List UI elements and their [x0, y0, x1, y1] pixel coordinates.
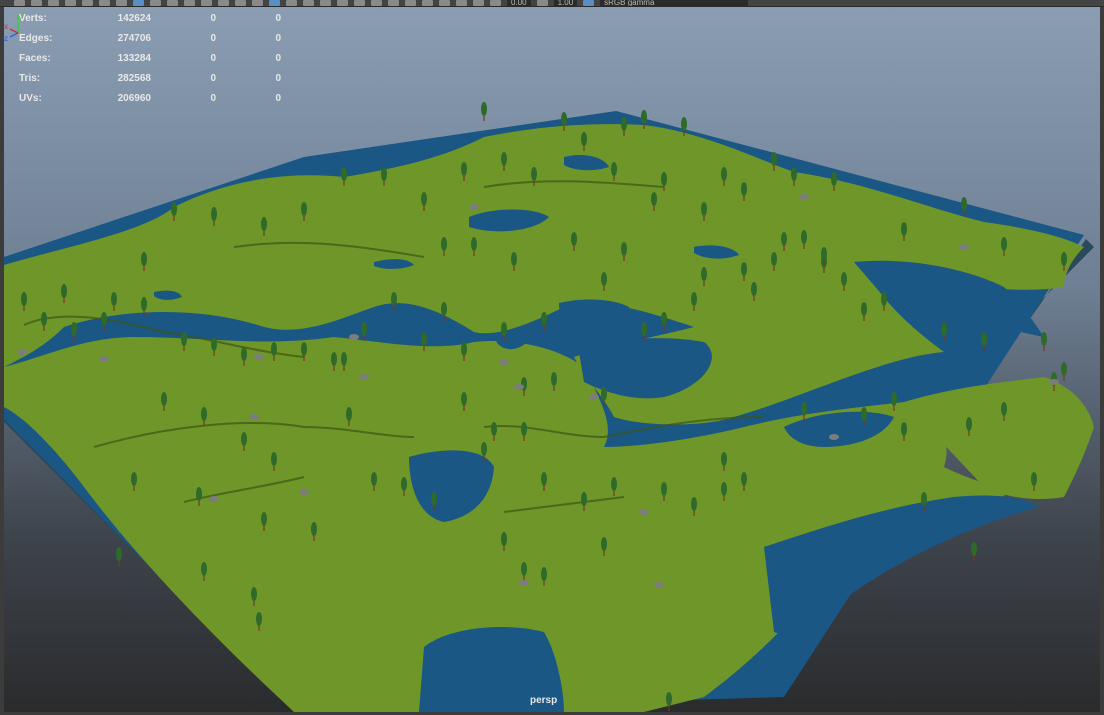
field-chart-icon[interactable] [201, 0, 212, 6]
rock [639, 509, 649, 515]
exposure-field[interactable]: 0.00 [507, 0, 531, 6]
lights-icon[interactable] [320, 0, 331, 6]
color-management-icon[interactable] [583, 0, 595, 6]
safe-title-icon[interactable] [235, 0, 246, 6]
rock [654, 582, 664, 588]
rock [299, 489, 309, 495]
tree [116, 547, 122, 566]
axis-x-line [9, 28, 19, 34]
hud-comp: 0 [275, 12, 281, 24]
motion-blur-icon[interactable] [371, 0, 382, 6]
hud-comp: 0 [275, 92, 281, 104]
film-gate-icon[interactable] [150, 0, 161, 6]
rock [1049, 379, 1059, 385]
rock [829, 434, 839, 440]
gamma-icon[interactable] [536, 0, 548, 6]
rock [519, 580, 529, 586]
rock [799, 194, 809, 200]
anti-aliasing-icon[interactable] [388, 0, 399, 6]
grease-pencil-icon[interactable] [116, 0, 127, 6]
grid-toggle-icon[interactable] [133, 0, 144, 6]
axis-z-line [9, 32, 19, 38]
view-axis-icon: y x z [4, 10, 24, 43]
textured-icon[interactable] [303, 0, 314, 6]
select-tool-icon[interactable] [14, 0, 25, 6]
axis-z-label: z [4, 34, 8, 43]
smooth-shade-icon[interactable] [269, 0, 280, 6]
rock [209, 496, 219, 502]
rock [499, 359, 509, 365]
xray-joints-icon[interactable] [456, 0, 467, 6]
poly-count-hud: Verts: 142624 0 0 Edges: 274706 0 0 Faces: 133284… [19, 8, 281, 108]
tree [666, 692, 672, 711]
terrain-scene[interactable] [4, 7, 1100, 712]
rock [254, 354, 264, 360]
xray-icon[interactable] [439, 0, 450, 6]
hud-total: 142624 [117, 12, 151, 24]
camera-name-label: persp [530, 695, 558, 706]
hud-comp: 0 [275, 72, 281, 84]
hud-comp: 0 [275, 32, 281, 44]
hud-row: Verts: 142624 0 0 [19, 8, 281, 28]
hud-sel: 0 [210, 72, 216, 84]
tree [1041, 332, 1047, 351]
hud-sel: 0 [210, 32, 216, 44]
hud-sel: 0 [210, 92, 216, 104]
hud-row: Tris: 282568 0 0 [19, 68, 281, 88]
camera-attributes-icon[interactable] [48, 0, 59, 6]
tree [1061, 362, 1067, 381]
rock [17, 349, 27, 355]
2d-pan-zoom-icon[interactable] [99, 0, 110, 6]
perspective-viewport[interactable]: Verts: 142624 0 0 Edges: 274706 0 0 Faces: 133284… [4, 7, 1100, 712]
axis-y-label: y [20, 10, 24, 19]
rock [959, 244, 969, 250]
gamma-value-field[interactable]: 1.00 [553, 0, 578, 6]
hud-total: 206960 [117, 92, 151, 104]
resolution-gate-icon[interactable] [167, 0, 178, 6]
tree [481, 102, 487, 121]
depth-of-field-icon[interactable] [405, 0, 416, 6]
shadows-icon[interactable] [337, 0, 348, 6]
hud-label: UVs: [19, 92, 42, 104]
rock [249, 414, 259, 420]
hud-total: 133284 [117, 52, 151, 64]
rock [514, 384, 524, 390]
bookmark-icon[interactable] [65, 0, 76, 6]
hud-sel: 0 [210, 52, 216, 64]
hud-row: Edges: 274706 0 0 [19, 28, 281, 48]
rock [99, 356, 109, 362]
viewport-frame-right [1100, 7, 1104, 715]
hud-total: 282568 [117, 72, 151, 84]
view-transform-dropdown[interactable]: sRGB gamma [600, 0, 749, 6]
rock [359, 374, 369, 380]
hud-total: 274706 [117, 32, 151, 44]
hud-sel: 0 [210, 12, 216, 24]
ambient-occlusion-icon[interactable] [354, 0, 365, 6]
gate-mask-icon[interactable] [184, 0, 195, 6]
hud-comp: 0 [275, 52, 281, 64]
default-material-icon[interactable] [286, 0, 297, 6]
xray-components-icon[interactable] [473, 0, 484, 6]
lasso-tool-icon[interactable] [31, 0, 42, 6]
viewport-toolbar: 0.00 1.00 sRGB gamma [0, 0, 1104, 7]
safe-action-icon[interactable] [218, 0, 229, 6]
rock [349, 334, 359, 340]
hud-label: Tris: [19, 72, 41, 84]
hud-label: Faces: [19, 52, 51, 64]
axis-x-label: x [4, 22, 8, 31]
terrain-landmass [4, 124, 1094, 712]
tree [971, 542, 977, 561]
hud-row: Faces: 133284 0 0 [19, 48, 281, 68]
exposure-icon[interactable] [490, 0, 501, 6]
image-plane-icon[interactable] [82, 0, 93, 6]
hud-row: UVs: 206960 0 0 [19, 88, 281, 108]
isolate-select-icon[interactable] [422, 0, 433, 6]
rock [469, 204, 479, 210]
rock [589, 394, 599, 400]
wireframe-icon[interactable] [252, 0, 263, 6]
